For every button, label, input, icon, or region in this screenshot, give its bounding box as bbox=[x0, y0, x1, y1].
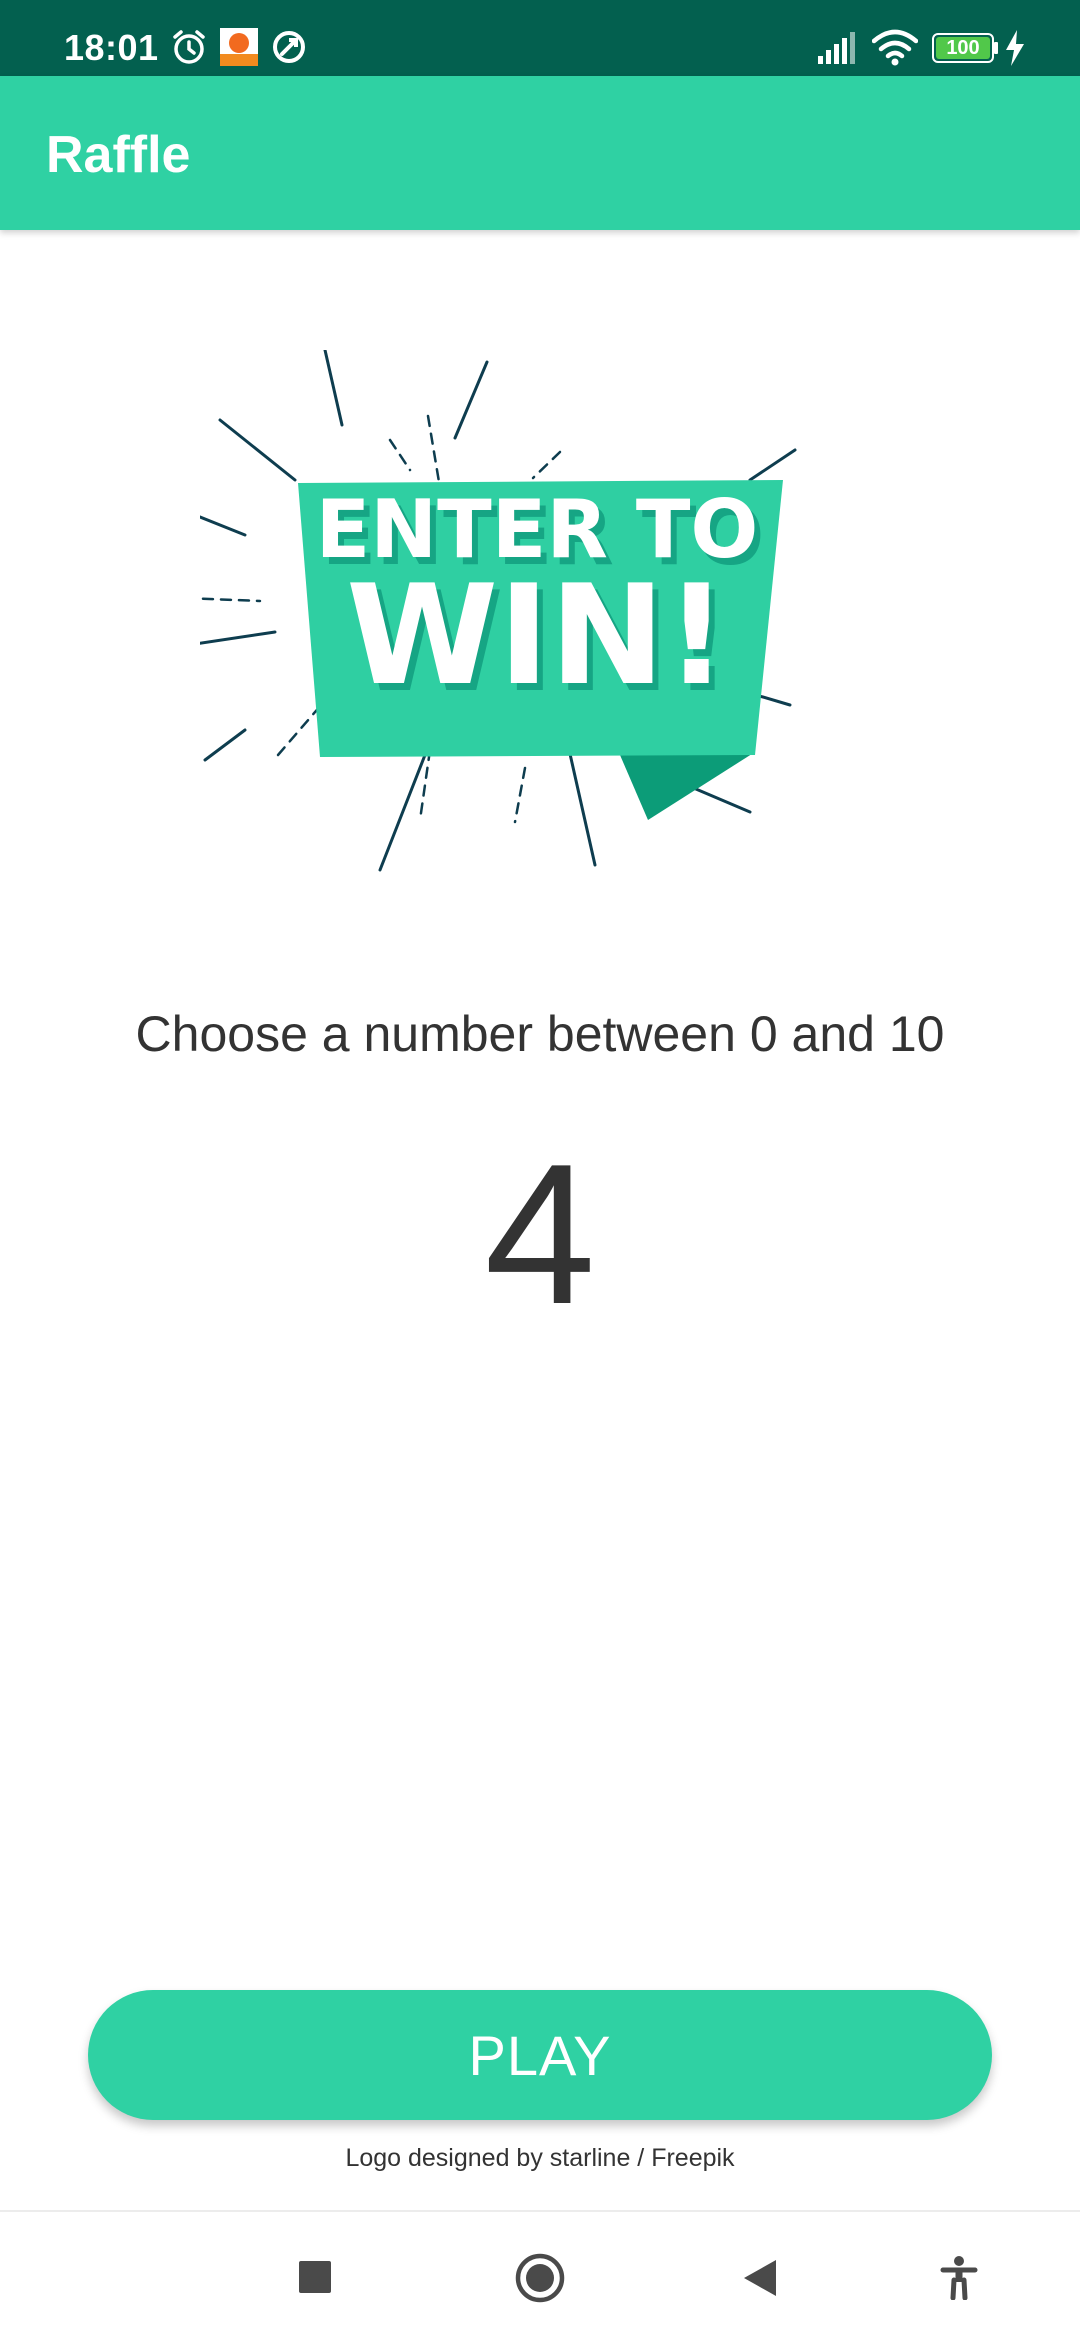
accessibility-icon[interactable] bbox=[940, 2256, 978, 2300]
logo-line2: WIN! bbox=[346, 555, 728, 716]
status-bar: 18:01 100 bbox=[0, 0, 1080, 76]
number-prompt: Choose a number between 0 and 10 bbox=[135, 1006, 945, 1062]
app-bar: Raffle bbox=[0, 76, 1080, 230]
alarm-icon bbox=[173, 30, 205, 64]
recents-icon[interactable] bbox=[299, 2261, 331, 2293]
back-icon[interactable] bbox=[742, 2258, 778, 2298]
wifi-icon bbox=[872, 29, 918, 66]
battery-icon: 100 bbox=[932, 33, 998, 63]
signal-icon bbox=[818, 32, 855, 64]
logo-credit: Logo designed by starline / Freepik bbox=[345, 2144, 735, 2172]
enter-to-win-logo: ENTER TO WIN! ENTER TO WIN! bbox=[200, 350, 797, 872]
play-button[interactable]: PLAY bbox=[88, 1990, 992, 2120]
app-title: Raffle bbox=[46, 126, 191, 184]
app-notification-icon bbox=[220, 28, 258, 66]
battery-level: 100 bbox=[946, 37, 980, 59]
selected-number-picker[interactable]: 4 bbox=[0, 1125, 1080, 1345]
sync-icon bbox=[273, 31, 305, 63]
charging-icon bbox=[1006, 30, 1024, 66]
status-time: 18:01 bbox=[64, 27, 159, 68]
navigation-bar bbox=[0, 2210, 1080, 2342]
home-icon[interactable] bbox=[514, 2252, 566, 2304]
